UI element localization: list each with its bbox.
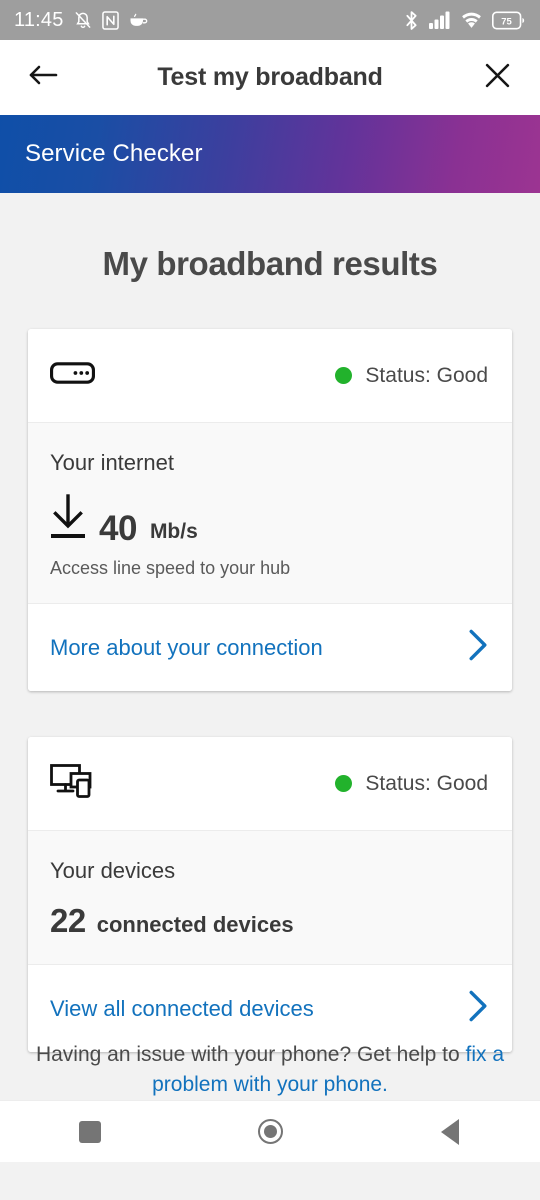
view-all-devices-label: View all connected devices (50, 995, 314, 1021)
nfc-icon (101, 10, 119, 30)
banner-title: Service Checker (25, 140, 203, 167)
back-button[interactable] (22, 57, 64, 99)
devices-card-body: Your devices 22 connected devices (28, 830, 512, 964)
internet-speed-caption: Access line speed to your hub (50, 558, 291, 578)
internet-speed-row: 40 Mb/s (50, 494, 490, 548)
recents-square-icon (79, 1120, 101, 1143)
home-button[interactable] (225, 1101, 315, 1163)
router-icon (50, 362, 95, 389)
chevron-right-icon (466, 628, 490, 667)
app-bar: Test my broadband (0, 40, 540, 115)
internet-results-card: Status: Good Your internet 40 Mb/s Acces… (28, 329, 512, 691)
status-dot-icon (335, 775, 353, 792)
devices-count-label: connected devices (96, 912, 294, 937)
devices-status-label: Status: Good (365, 771, 488, 795)
android-nav-bar (0, 1100, 540, 1162)
devices-card-header: Status: Good (28, 737, 512, 830)
close-button[interactable] (476, 57, 518, 99)
internet-card-body: Your internet 40 Mb/s Access line speed … (28, 422, 512, 603)
devices-icon (50, 763, 92, 804)
recents-button[interactable] (45, 1101, 135, 1163)
page-title: My broadband results (102, 245, 438, 282)
status-dot-icon (335, 367, 353, 384)
internet-speed-unit: Mb/s (149, 520, 198, 543)
status-bar: 11:45 75 (0, 0, 540, 40)
status-bar-right: 75 (403, 10, 526, 31)
phone-screen: 11:45 75 Test my broadband Service Check… (0, 0, 540, 1200)
download-arrow-icon (50, 494, 86, 545)
more-about-connection-label: More about your connection (50, 634, 323, 660)
devices-count-value: 22 (50, 902, 86, 939)
devices-status-badge: Status: Good (335, 772, 490, 796)
devices-results-card: Status: Good Your devices 22 connected d… (28, 737, 512, 1052)
coffee-icon (128, 12, 148, 28)
footer-text: Having an issue with your phone? Get hel… (35, 1043, 460, 1067)
battery-level-text: 75 (501, 16, 512, 27)
home-circle-icon (257, 1119, 283, 1144)
internet-card-header: Status: Good (28, 329, 512, 422)
internet-status-label: Status: Good (365, 363, 488, 387)
page-header-title: Test my broadband (157, 63, 383, 91)
wifi-icon (460, 11, 483, 29)
mute-vibrate-icon (73, 10, 93, 30)
cellular-signal-icon (429, 11, 451, 29)
back-arrow-icon (28, 62, 58, 93)
internet-status-badge: Status: Good (335, 364, 490, 388)
view-all-devices-link[interactable]: View all connected devices (28, 964, 512, 1052)
close-icon (484, 62, 511, 94)
bluetooth-icon (403, 10, 420, 31)
back-triangle-icon (441, 1118, 459, 1145)
more-about-connection-link[interactable]: More about your connection (28, 603, 512, 691)
devices-body-label: Your devices (50, 858, 176, 883)
footer-help-text: Having an issue with your phone? Get hel… (0, 1040, 540, 1100)
nav-back-button[interactable] (405, 1101, 495, 1163)
service-checker-banner: Service Checker (0, 115, 540, 193)
page-content: My broadband results Status: Good Your i… (0, 193, 540, 1100)
chevron-right-icon (466, 989, 490, 1028)
devices-count-row: 22 connected devices (50, 902, 490, 940)
battery-icon: 75 (492, 11, 526, 30)
status-bar-left: 11:45 (14, 9, 148, 32)
internet-body-label: Your internet (50, 450, 174, 475)
status-bar-clock: 11:45 (14, 8, 64, 31)
internet-speed-value: 40 (99, 508, 137, 548)
